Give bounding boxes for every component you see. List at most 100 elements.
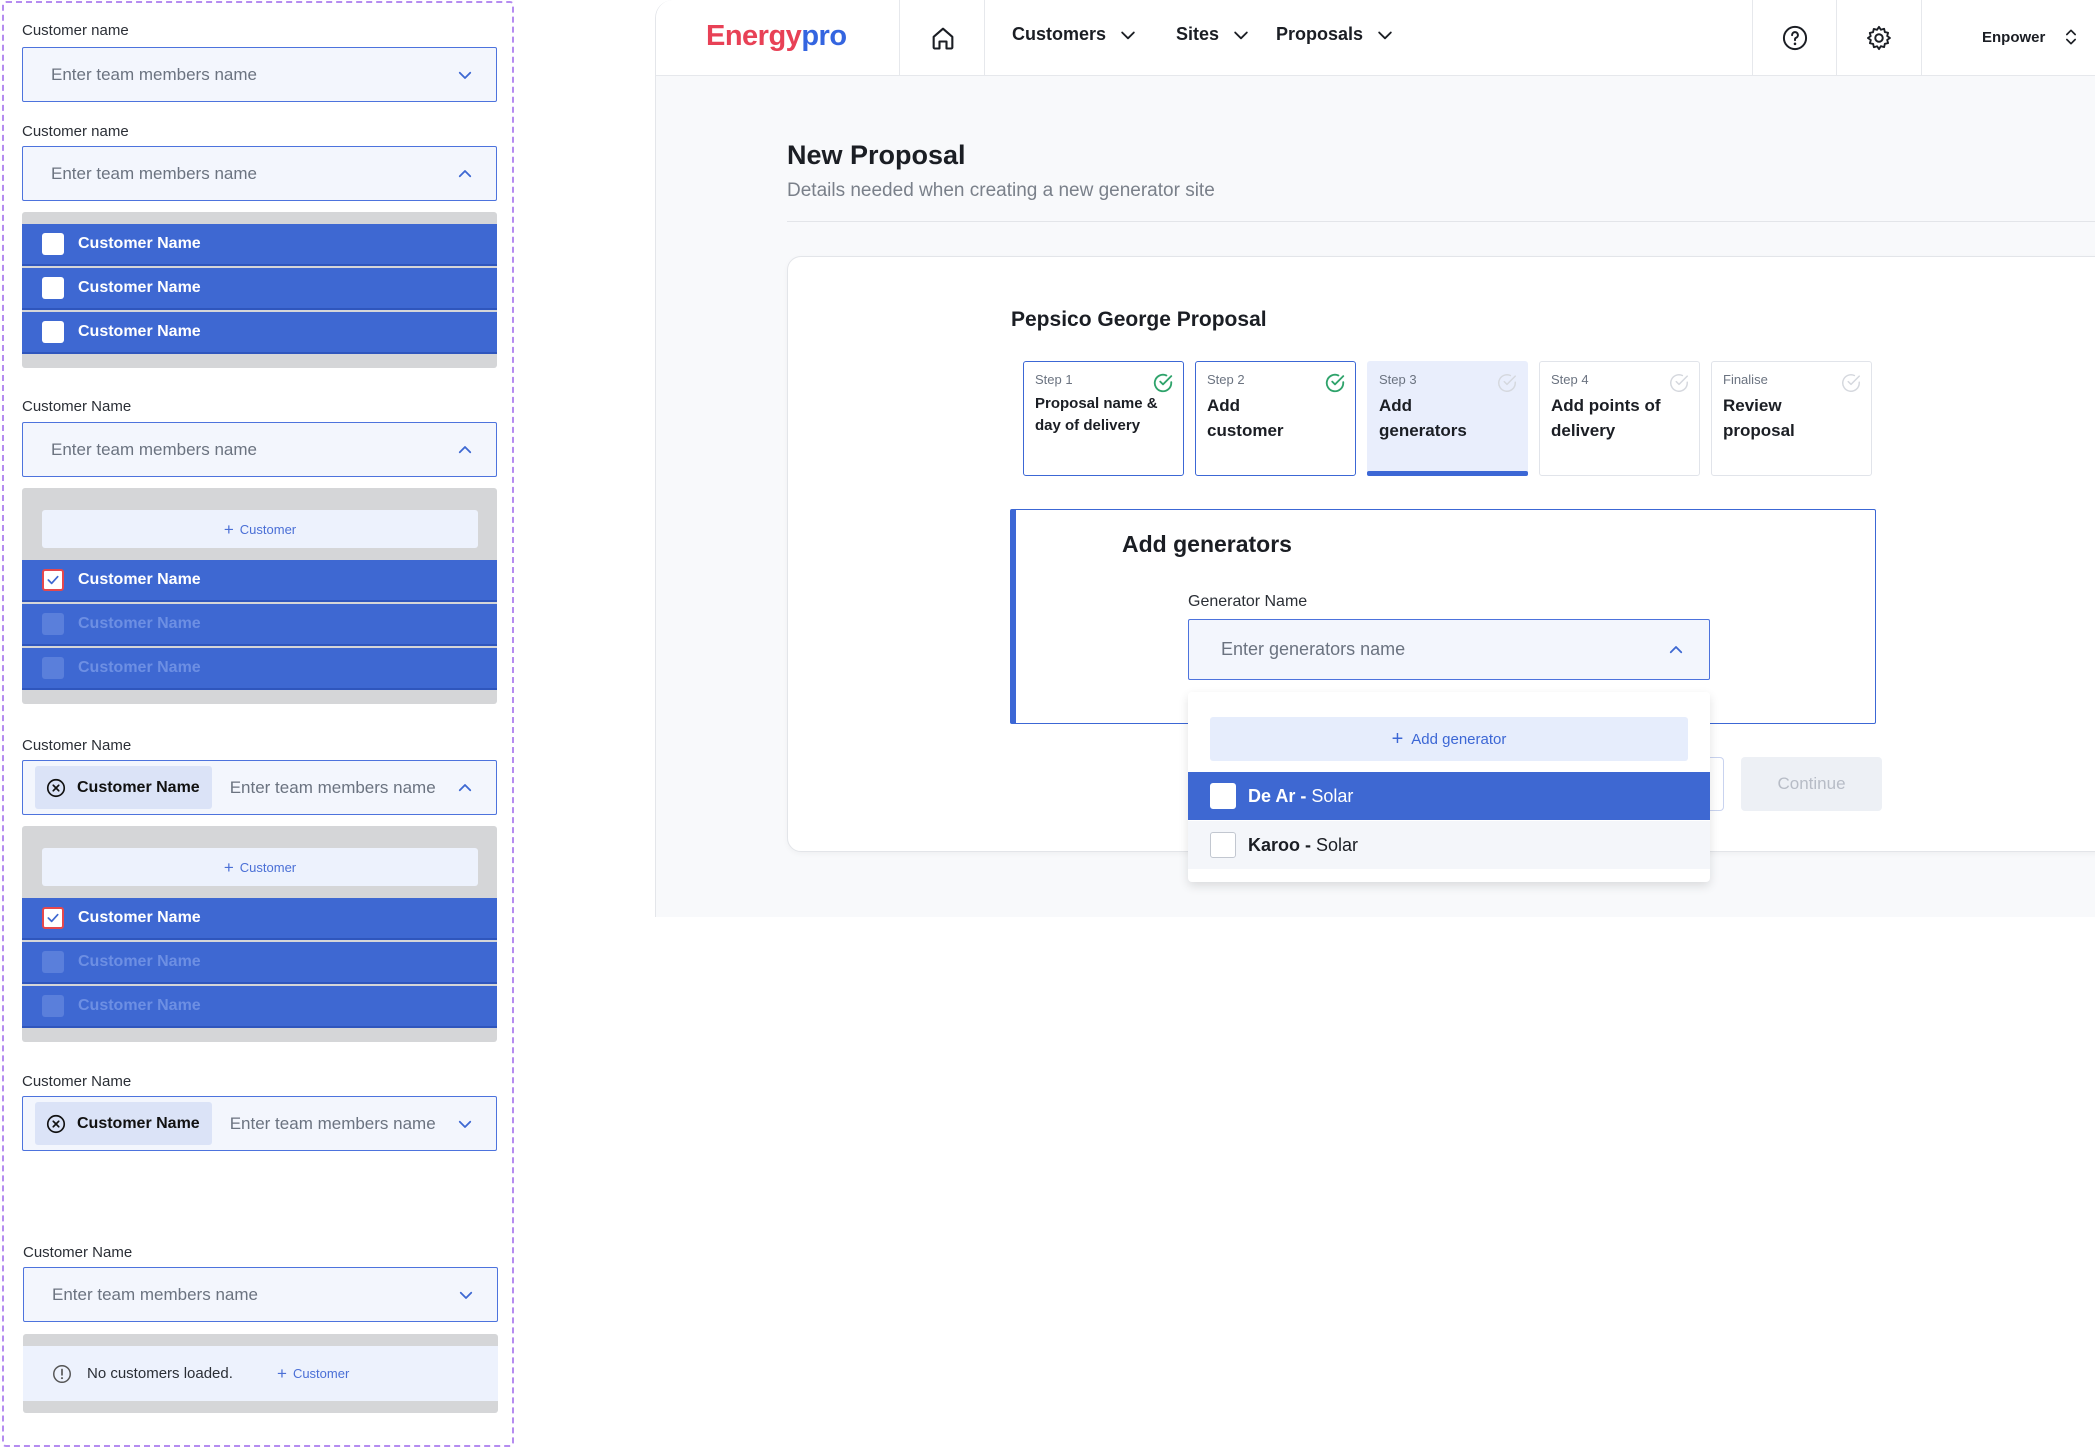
chip-label: Customer Name [77,778,200,796]
brand-logo[interactable]: Energypro [706,20,847,53]
step-1[interactable]: Step 1 Proposal name & day of delivery [1023,361,1184,476]
chip-label: Customer Name [77,1114,200,1132]
remove-icon[interactable] [45,777,67,799]
checkbox[interactable] [42,277,64,299]
list-item[interactable]: Karoo - Solar [1188,821,1710,869]
remove-icon[interactable] [45,1113,67,1135]
divider [1921,0,1922,76]
chevron-down-icon [1234,31,1248,39]
customer-select-with-chip[interactable]: Customer Name Enter team members name [22,1096,497,1151]
generator-type: Solar [1316,834,1359,855]
checkbox-checked[interactable] [42,569,64,591]
field-label: Customer name [22,22,129,39]
generator-dropdown: + Add generator De Ar - Solar Karoo - So… [1188,692,1710,882]
generator-select[interactable]: Enter generators name [1188,619,1710,680]
select-placeholder: Enter team members name [51,64,257,84]
option-label: Customer Name [78,323,201,340]
empty-list: No customers loaded. + Customer [23,1334,498,1413]
component-board: Customer name Enter team members name Cu… [2,1,514,1447]
field-label: Customer Name [23,1244,133,1261]
step-name: Review proposal [1723,396,1795,440]
option-label: Customer Name [78,235,201,252]
continue-button[interactable]: Continue [1741,757,1882,811]
checkbox[interactable] [1210,832,1236,858]
customer-select-closed[interactable]: Enter team members name [23,1267,498,1322]
customer-select-closed[interactable]: Enter team members name [22,47,497,102]
check-circle-icon [1498,374,1516,392]
nav-proposals[interactable]: Proposals [1276,24,1395,45]
list-item[interactable]: Customer Name [22,312,497,354]
section-title: Add generators [1122,531,1292,557]
step-2[interactable]: Step 2 Add customer [1195,361,1356,476]
select-placeholder: Enter generators name [1221,639,1406,659]
step-4[interactable]: Step 4 Add points of delivery [1539,361,1700,476]
nav-sites[interactable]: Sites [1176,24,1251,45]
step-name: Proposal name & day of delivery [1035,395,1158,434]
divider [1836,0,1837,76]
list-item[interactable]: Customer Name [22,268,497,310]
chevron-up-icon [454,163,476,185]
option-label: Customer Name [78,279,201,296]
list-item: Customer Name [22,942,497,984]
options-list: + Customer Customer Name Customer Name C… [22,488,497,704]
step-finalise[interactable]: Finalise Review proposal [1711,361,1872,476]
help-icon[interactable] [1779,22,1811,54]
field-label: Customer Name [22,398,132,415]
list-item[interactable]: Customer Name [22,898,497,940]
divider [1752,0,1753,76]
list-item[interactable]: Customer Name [22,224,497,266]
select-placeholder: Enter team members name [229,1113,436,1133]
list-item: Customer Name [22,986,497,1028]
checkbox-disabled [42,613,64,635]
step-3[interactable]: Step 3 Add generators [1367,361,1528,476]
step-name: Add generators [1379,396,1467,440]
gear-icon[interactable] [1863,22,1895,54]
checkbox[interactable] [42,321,64,343]
step-name: Add points of delivery [1551,396,1661,440]
checkbox[interactable] [1210,783,1236,809]
add-customer-button[interactable]: + Customer [42,510,478,548]
chevron-up-icon [454,439,476,461]
list-item: Customer Name [22,604,497,646]
page-title: New Proposal [787,140,966,170]
page-subtitle: Details needed when creating a new gener… [787,180,1215,201]
check-circle-icon [1842,374,1860,392]
customer-select-open[interactable]: Enter team members name [22,422,497,477]
list-item[interactable]: De Ar - Solar [1188,772,1710,820]
step-name: Add customer [1207,396,1284,440]
add-customer-link[interactable]: + Customer [277,1364,349,1384]
select-placeholder: Enter team members name [51,439,257,459]
nav-customers[interactable]: Customers [1012,24,1138,45]
checkbox-disabled [42,951,64,973]
check-circle-icon [1670,374,1688,392]
selected-chip[interactable]: Customer Name [35,766,212,809]
add-generator-button[interactable]: + Add generator [1210,717,1688,761]
select-placeholder: Enter team members name [51,163,257,183]
customer-select-with-chip[interactable]: Customer Name Enter team members name [22,760,497,815]
checkbox-checked[interactable] [42,907,64,929]
selected-chip[interactable]: Customer Name [35,1102,212,1145]
option-label: Customer Name [78,659,201,676]
option-label: Customer Name [78,909,201,926]
add-label: Customer [292,1366,350,1381]
options-list: + Customer Customer Name Customer Name C… [22,826,497,1042]
home-icon[interactable] [927,22,959,54]
chevron-down-icon [1378,31,1392,39]
org-switcher[interactable]: Enpower [1982,27,2081,47]
check-circle-icon [1153,373,1173,393]
plus-icon: + [223,857,234,877]
customer-select-open[interactable]: Enter team members name [22,146,497,201]
option-label: Customer Name [78,997,201,1014]
chevron-down-icon [1121,31,1135,39]
option-label: Customer Name [78,615,201,632]
empty-state: No customers loaded. + Customer [23,1346,498,1401]
proposal-title: Pepsico George Proposal [1011,308,1267,331]
field-label: Generator Name [1188,593,1308,610]
list-item[interactable]: Customer Name [22,560,497,602]
chevron-updown-icon [2066,29,2077,45]
add-label: Customer [239,859,297,875]
plus-icon: + [277,1363,287,1383]
add-customer-button[interactable]: + Customer [42,848,478,886]
field-label: Customer Name [22,737,132,754]
checkbox[interactable] [42,233,64,255]
